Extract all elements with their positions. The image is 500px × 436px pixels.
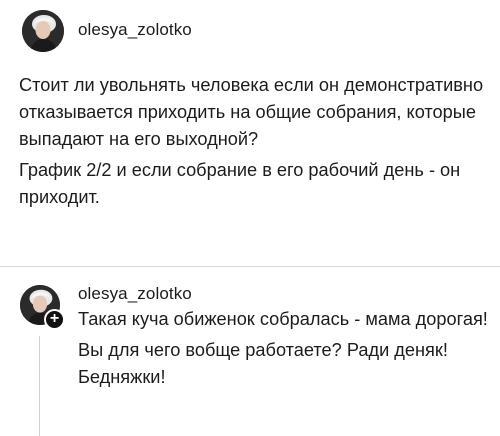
avatar-photo-icon xyxy=(22,10,64,52)
post-avatar[interactable] xyxy=(22,10,64,52)
post-paragraph: График 2/2 и если собрание в его рабочий… xyxy=(19,160,461,207)
post-paragraph: Стоит ли увольнять человека если он демо… xyxy=(19,75,484,149)
divider xyxy=(0,266,500,267)
reply-paragraph: Такая куча обиженок собралась - мама дор… xyxy=(78,309,488,329)
reply-username[interactable]: olesya_zolotko xyxy=(78,284,192,304)
reply-paragraph: Вы для чего вобще работаете? Ради деняк!… xyxy=(78,340,448,387)
thread-line xyxy=(39,336,40,436)
reply-text: Такая куча обиженок собралась - мама дор… xyxy=(78,306,488,391)
post-username[interactable]: olesya_zolotko xyxy=(78,20,192,40)
post: olesya_zolotko Стоит ли увольнять челове… xyxy=(0,0,500,266)
plus-icon[interactable]: + xyxy=(44,309,65,330)
post-text: Стоит ли увольнять человека если он демо… xyxy=(19,72,485,211)
